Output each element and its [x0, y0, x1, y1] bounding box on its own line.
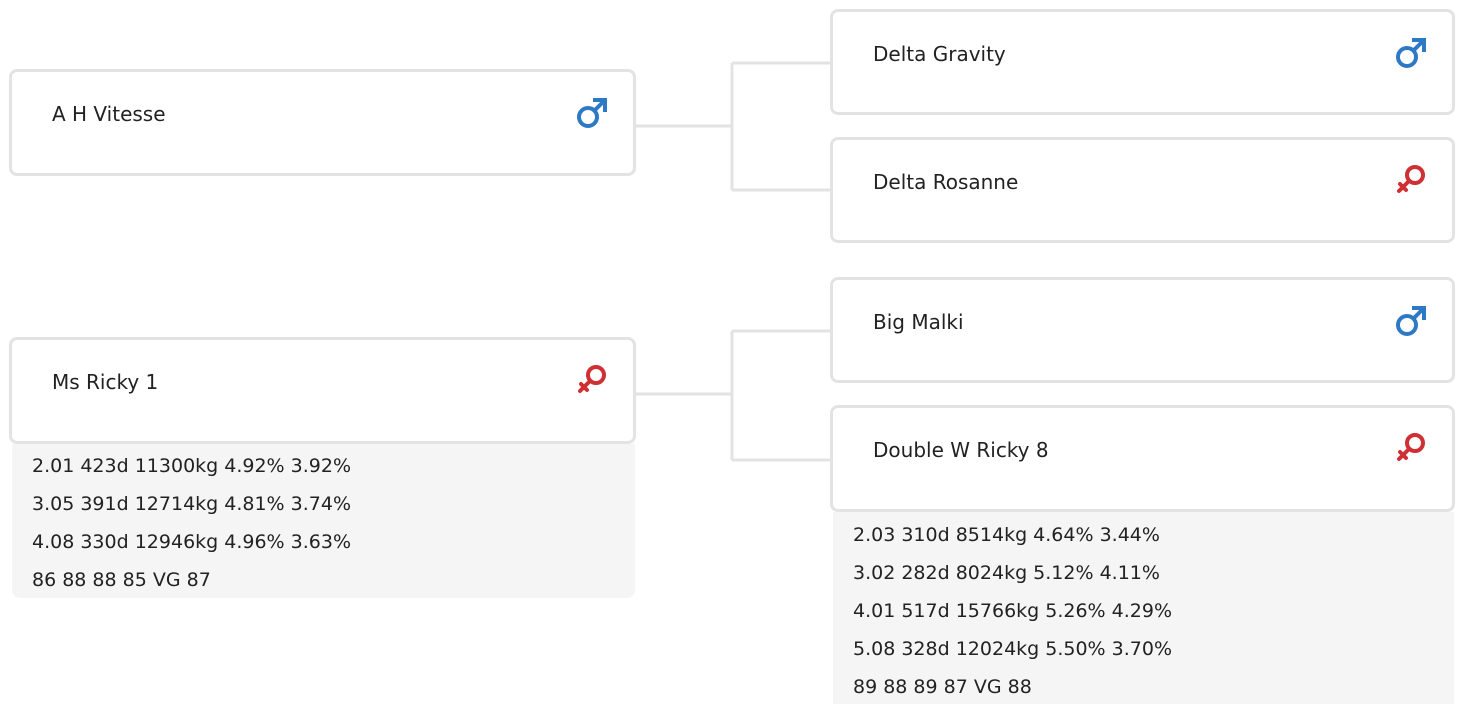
connector-dam-branch	[636, 329, 830, 462]
card-dam-dam[interactable]: Double W Ricky 8	[830, 405, 1455, 512]
card-dam-dam-stats: 2.03 310d 8514kg 4.64% 3.44% 3.02 282d 8…	[833, 512, 1454, 704]
card-sire-dam[interactable]: Delta Rosanne	[830, 137, 1455, 243]
male-symbol-icon	[1394, 302, 1428, 338]
card-dam-stats: 2.01 423d 11300kg 4.92% 3.92% 3.05 391d …	[12, 444, 635, 598]
card-dam-sire[interactable]: Big Malki	[830, 277, 1455, 383]
stats-line: 4.08 330d 12946kg 4.96% 3.63%	[32, 531, 352, 553]
stats-line: 2.01 423d 11300kg 4.92% 3.92%	[32, 455, 352, 477]
connector-sire-branch	[636, 61, 830, 192]
card-dam-sire-name: Big Malki	[873, 310, 964, 334]
male-symbol-icon	[575, 94, 609, 130]
stats-line: 5.08 328d 12024kg 5.50% 3.70%	[853, 638, 1173, 660]
female-symbol-icon	[1394, 430, 1428, 466]
male-symbol-icon	[1394, 34, 1428, 70]
card-dam-name: Ms Ricky 1	[52, 370, 159, 394]
card-sire-name: A H Vitesse	[52, 102, 166, 126]
card-sire-sire[interactable]: Delta Gravity	[830, 9, 1455, 115]
stats-line: 2.03 310d 8514kg 4.64% 3.44%	[853, 524, 1160, 546]
card-dam-dam-name: Double W Ricky 8	[873, 438, 1049, 462]
stats-line: 3.02 282d 8024kg 5.12% 4.11%	[853, 562, 1160, 584]
stats-line: 4.01 517d 15766kg 5.26% 4.29%	[853, 600, 1173, 622]
stats-line: 89 88 89 87 VG 88	[853, 676, 1032, 698]
stats-line: 86 88 88 85 VG 87	[32, 569, 211, 591]
stats-line: 3.05 391d 12714kg 4.81% 3.74%	[32, 493, 352, 515]
card-sire-sire-name: Delta Gravity	[873, 42, 1006, 66]
female-symbol-icon	[575, 362, 609, 398]
card-sire[interactable]: A H Vitesse	[9, 69, 636, 176]
card-sire-dam-name: Delta Rosanne	[873, 170, 1019, 194]
female-symbol-icon	[1394, 162, 1428, 198]
card-dam[interactable]: Ms Ricky 1	[9, 337, 636, 444]
